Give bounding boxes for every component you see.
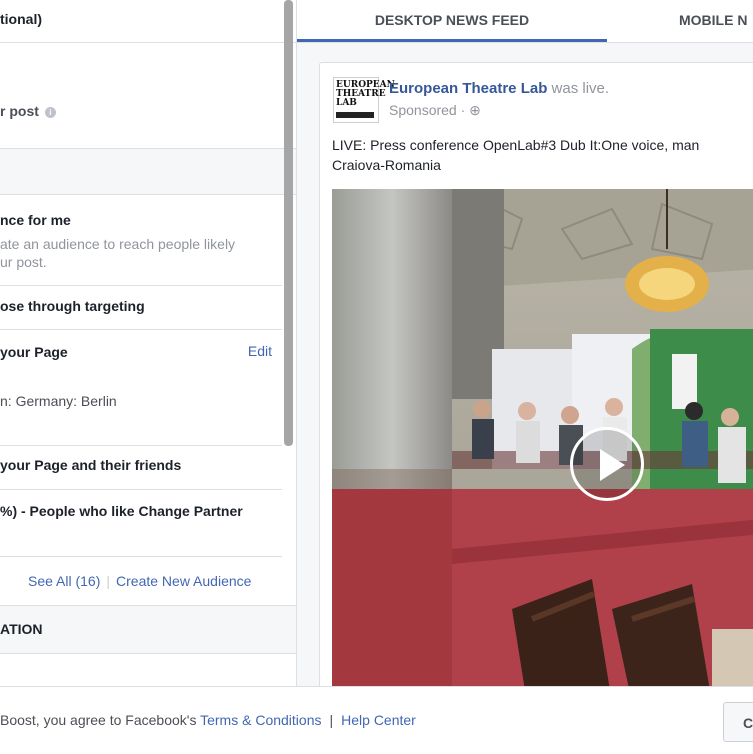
video-frame-image [332,189,753,686]
audience-option-change-partner[interactable]: %) - People who like Change Partner [0,490,282,557]
video-thumbnail[interactable] [332,189,753,686]
audience-option-subtitle: ate an audience to reach people likely [0,236,236,252]
footer-prefix: Boost, you agree to Facebook's [0,712,197,728]
cancel-button[interactable]: C [723,702,753,742]
post-text: LIVE: Press conference OpenLab#3 Dub It:… [332,135,753,175]
section-divider [0,149,296,195]
audience-option-page-likers[interactable]: your Page Edit n: Germany: Berlin [0,330,282,446]
post-label: r post i [0,103,56,119]
see-all-link[interactable]: See All (16) [28,573,100,589]
logo-band [336,112,374,118]
logo-text: LAB [336,98,357,108]
optional-section-header: tional) [0,0,296,43]
post-preview-card: EUROPEAN THEATRE LAB European Theatre La… [319,62,753,686]
audience-option-page-and-friends[interactable]: your Page and their friends [0,446,282,490]
audience-location: n: Germany: Berlin [0,393,117,409]
post-status: was live. [551,80,610,97]
play-icon [600,449,625,481]
tab-desktop-news-feed[interactable]: DESKTOP NEWS FEED [297,0,607,42]
page-name-line: European Theatre Lab was live. [389,80,609,97]
ad-preview-panel: DESKTOP NEWS FEED MOBILE N EUROPEAN THEA… [297,0,753,686]
footer-bar: Boost, you agree to Facebook's Terms & C… [0,686,753,754]
tab-mobile-news-feed[interactable]: MOBILE N [679,0,747,42]
page-name-link[interactable]: European Theatre Lab [389,80,547,97]
audience-option-targeting[interactable]: ose through targeting [0,286,282,330]
scrollbar[interactable] [284,0,293,686]
duration-section-header: ATION [0,605,296,654]
audience-panel: tional) r post i nce for me ate an audien… [0,0,297,686]
footer-terms-text: Boost, you agree to Facebook's Terms & C… [0,712,416,728]
link-separator: | [106,573,111,589]
terms-link[interactable]: Terms & Conditions [200,712,321,728]
audience-option-title: ose through targeting [0,298,145,314]
audience-option-subtitle: ur post. [0,254,47,270]
sponsored-label: Sponsored · ⊕ [389,102,481,118]
audience-links: See All (16) | Create New Audience [28,573,251,589]
audience-option-automatic[interactable]: nce for me ate an audience to reach peop… [0,195,282,286]
post-text-line: LIVE: Press conference OpenLab#3 Dub It:… [332,137,700,153]
post-selector-row[interactable]: r post i [0,43,296,149]
create-audience-link[interactable]: Create New Audience [116,573,251,589]
audience-option-title: your Page [0,344,68,360]
help-center-link[interactable]: Help Center [341,712,416,728]
audience-option-title: nce for me [0,212,71,228]
edit-link[interactable]: Edit [248,343,272,359]
audience-option-title: your Page and their friends [0,457,182,473]
play-button[interactable] [570,427,644,501]
post-text-line: Craiova-Romania [332,157,441,173]
audience-option-title: %) - People who like Change Partner [0,503,243,519]
info-icon[interactable]: i [44,107,56,118]
scrollbar-thumb[interactable] [284,0,293,446]
footer-separator: | [329,712,334,728]
preview-tabs: DESKTOP NEWS FEED MOBILE N [297,0,753,43]
page-logo[interactable]: EUROPEAN THEATRE LAB [333,77,395,123]
